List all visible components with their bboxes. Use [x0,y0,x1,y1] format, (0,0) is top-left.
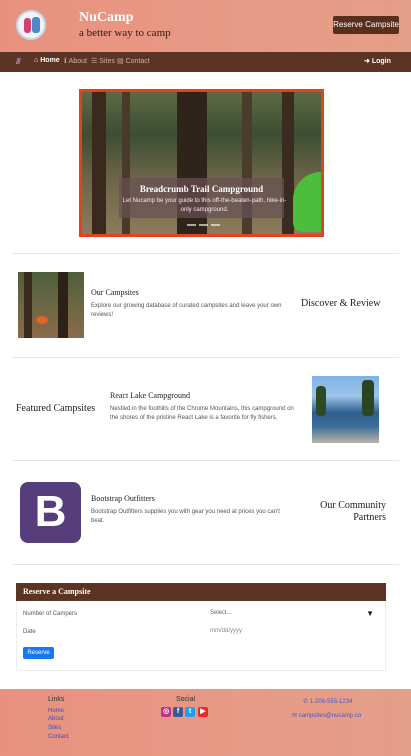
nav-item-contact[interactable]: ▤ Contact [117,57,150,65]
caret-down-icon: ▼ [366,609,374,618]
section-text: Nestled in the foothills of the Chrome M… [110,406,294,421]
footer-link-home[interactable]: Home [48,708,64,714]
home-icon: ⌂ [34,57,39,64]
section-divider [12,460,399,461]
phone-icon: ✆ [303,699,309,705]
logo-figure-left [24,18,31,33]
login-button[interactable]: ➜ Login [364,57,391,65]
date-label: Date [23,629,36,635]
section-side-heading: Discover & Review [301,298,381,309]
footer-link-about[interactable]: About [48,716,64,722]
campsite-thumbnail [18,272,84,338]
nav-item-label: Contact [125,58,150,65]
bootstrap-letter-icon: B [34,487,67,536]
facebook-icon[interactable]: f [173,707,183,717]
section-side-heading: Featured Campsites [16,403,96,414]
nucamp-logo[interactable] [16,10,46,40]
section-title: React Lake Campground [110,391,190,400]
carousel-indicators [187,224,220,226]
forest-tree [92,92,106,234]
footer-link-sites[interactable]: Sites [48,725,61,731]
carousel-caption-text: Let Nucamp be your guide to this off-the… [122,198,287,213]
navbar-toggle-icon[interactable]: /// [16,57,21,66]
logo-figure-right [32,17,40,33]
section-divider [12,357,399,358]
carousel-caption-title: Breadcrumb Trail Campground [139,184,264,194]
campers-select[interactable]: Select... ▼ [210,609,374,620]
react-lake-thumbnail [312,376,379,443]
footer-phone-text: 1-206-555-1234 [309,699,353,705]
reserve-campsite-button[interactable]: Reserve Campsite [333,16,399,34]
twitter-icon[interactable]: t [185,707,195,717]
sign-in-icon: ➜ [364,58,370,65]
address-card-icon: ▤ [117,58,124,65]
navbar: /// ⌂ Home ℹ About ☰ Sites ▤ Contact ➜ Login [0,52,411,72]
section-text: Bootstrap Outfitters supplies you with g… [91,509,280,524]
section-text: Explore our growing database of curated … [91,303,282,318]
nav-item-label: About [68,58,87,65]
youtube-icon[interactable]: ▶ [198,707,208,717]
section-title: Bootstrap Outfitters [91,494,155,503]
carousel-indicator[interactable] [211,224,220,226]
footer-email-link[interactable]: ✉ campsites@nucamp.co [292,712,361,719]
section-title: Our Campsites [91,288,139,297]
section-side-heading: Our Community Partners [320,500,386,523]
nav-item-home[interactable]: ⌂ Home [34,57,60,64]
info-icon: ℹ [64,58,67,65]
campers-label: Number of Campers [23,611,78,617]
tent-image [293,172,321,232]
footer-phone-link[interactable]: ✆ 1-206-555-1234 [303,698,352,705]
list-icon: ☰ [91,58,98,65]
carousel-indicator[interactable] [199,224,208,226]
footer-social-heading: Social [176,696,196,703]
nav-item-label: Sites [99,58,115,65]
nav-item-about[interactable]: ℹ About [64,57,87,65]
footer-links-heading: Links [48,696,65,703]
reserve-form-header: Reserve a Campsite [16,583,386,601]
envelope-icon: ✉ [292,713,298,719]
instagram-icon[interactable]: ◎ [161,707,171,717]
campers-select-value: Select... [210,610,232,616]
bootstrap-logo: B [20,482,81,543]
header: NuCamp a better way to camp Reserve Camp… [0,0,411,52]
nav-item-label: Home [40,57,60,64]
login-label: Login [371,58,391,65]
nav-item-sites[interactable]: ☰ Sites [91,57,115,65]
footer-email-text: campsites@nucamp.co [298,713,362,719]
footer-link-contact[interactable]: Contact [48,734,69,740]
reserve-form-title: Reserve a Campsite [23,587,91,596]
brand-title: NuCamp [79,10,134,25]
carousel-indicator[interactable] [187,224,196,226]
hero-carousel[interactable]: Breadcrumb Trail Campground Let Nucamp b… [79,89,324,237]
date-input[interactable]: mm/dd/yyyy [210,628,242,634]
section-divider [12,253,399,254]
section-divider [12,564,399,565]
brand-tagline: a better way to camp [79,27,171,39]
reserve-submit-button[interactable]: Reserve [23,647,54,659]
